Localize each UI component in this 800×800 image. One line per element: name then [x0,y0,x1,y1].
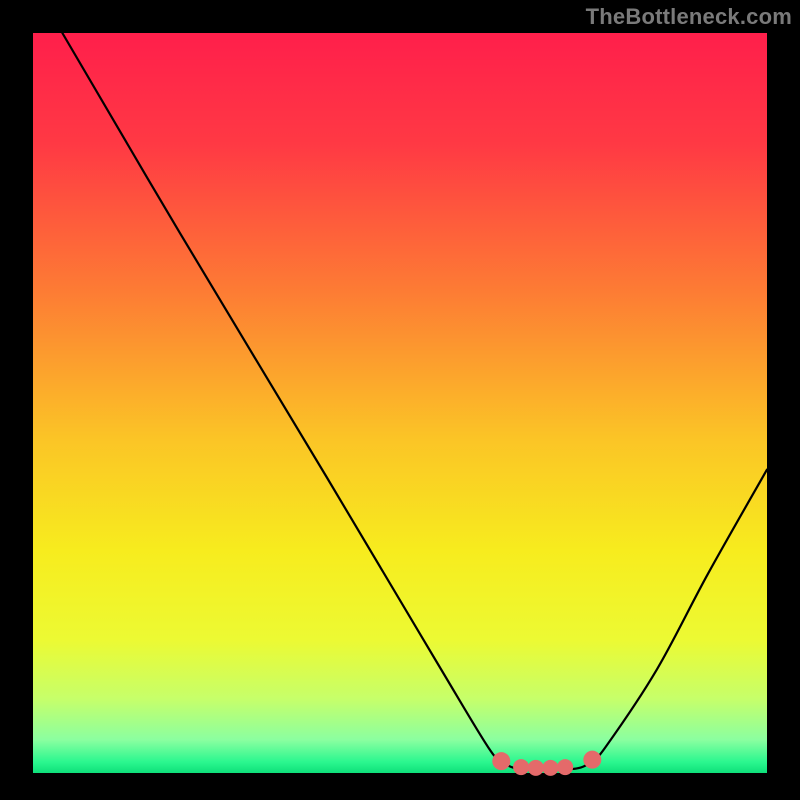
optimal-marker [542,760,558,776]
chart-container: TheBottleneck.com [0,0,800,800]
optimal-marker [492,752,510,770]
optimal-marker [528,760,544,776]
optimal-marker [557,759,573,775]
watermark-text: TheBottleneck.com [586,4,792,30]
optimal-marker [583,751,601,769]
optimal-marker [513,759,529,775]
plot-background [33,33,767,773]
bottleneck-chart [0,0,800,800]
